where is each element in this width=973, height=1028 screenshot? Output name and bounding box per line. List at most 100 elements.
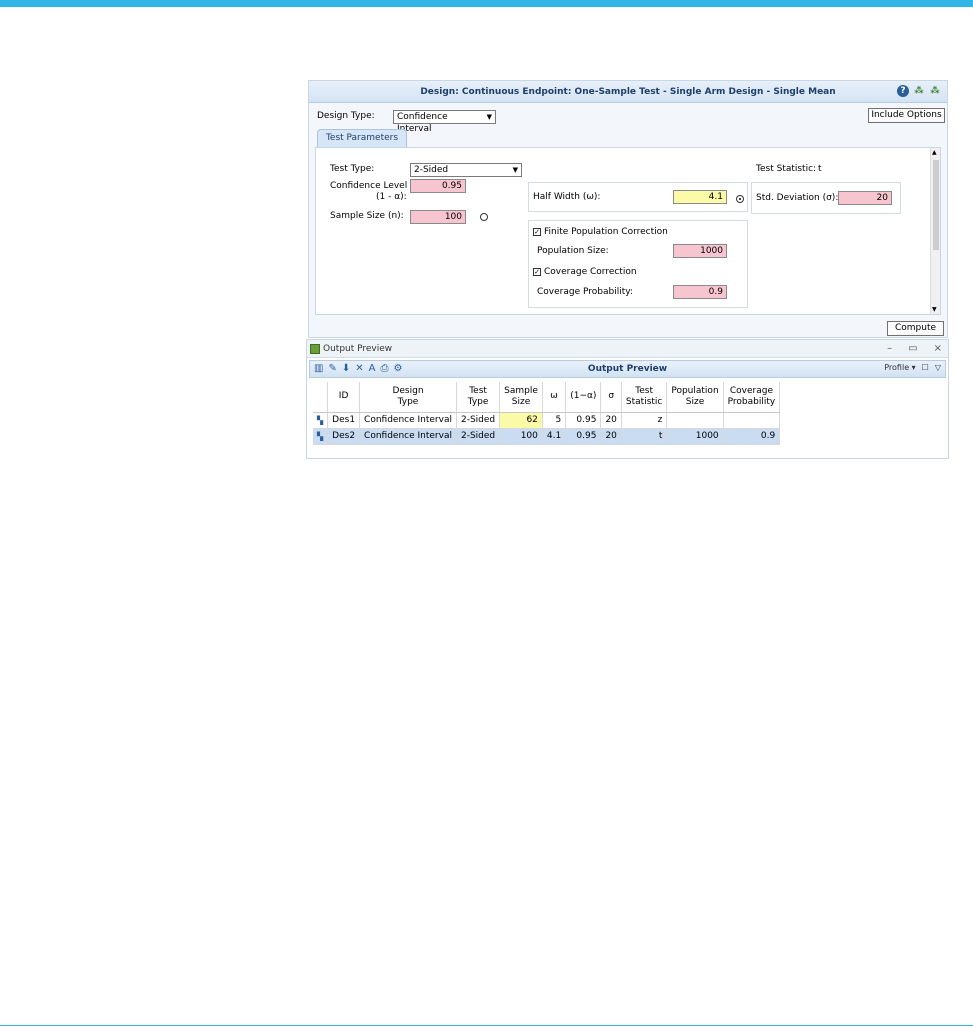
column-header[interactable]: ω [542,382,567,413]
table-cell: 4.1 [542,428,567,445]
scroll-thumb[interactable] [933,160,939,250]
help-icon[interactable]: ? [897,85,909,97]
column-header[interactable]: σ [600,382,622,413]
compute-button[interactable]: Compute [887,321,944,336]
close-icon[interactable]: × [934,340,942,358]
include-options-button[interactable]: Include Options [868,108,945,123]
bottom-accent-line [0,1025,973,1026]
table-cell: 2-Sided [456,428,501,445]
maximize-icon[interactable]: ▭ [908,340,917,358]
tab-test-parameters[interactable]: Test Parameters [317,129,407,147]
test-statistic-label: Test Statistic: [756,164,817,174]
output-preview-window: Output Preview – ▭ × Output Preview ▥ ✎ … [306,339,949,459]
half-width-radio[interactable] [736,195,744,203]
output-toolbar: Output Preview ▥ ✎ ⬇ ✕ A ⎙ ⚙ Profile ▾ ☐… [309,360,946,378]
scroll-up-icon[interactable]: ▲ [932,149,937,156]
std-dev-input[interactable]: 20 [838,191,892,205]
design-window-title-text: Design: Continuous Endpoint: One-Sample … [420,87,836,97]
table-cell: 0.9 [723,428,781,445]
column-header[interactable]: Test Statistic [621,382,668,413]
table-cell: z [621,412,668,429]
columns-icon[interactable]: ▥ [314,363,323,374]
column-header[interactable]: Population Size [666,382,724,413]
column-header[interactable]: Test Type [456,382,501,413]
filter-icon[interactable]: ▽ [935,363,941,372]
population-size-label: Population Size: [537,246,609,256]
font-icon[interactable]: A [369,363,376,374]
table-cell [666,412,724,429]
half-width-label: Half Width (ω): [533,192,601,202]
panel-scrollbar[interactable]: ▲ ▼ [930,148,940,314]
coverage-prob-label: Coverage Probability: [537,287,633,297]
population-size-input[interactable]: 1000 [673,244,727,258]
chevron-down-icon: ▼ [512,166,518,174]
half-width-group: Half Width (ω): 4.1 [528,182,748,212]
save-icon[interactable]: ⬇ [342,363,350,374]
settings-icon[interactable]: ⚙ [393,363,402,374]
coverage-prob-input[interactable]: 0.9 [673,285,727,299]
corrections-group: ✓ Finite Population Correction Population… [528,220,748,308]
std-dev-group: Std. Deviation (σ): 20 [751,182,901,214]
app-icon [310,344,320,354]
profile-dropdown[interactable]: Profile ▾ [884,363,915,372]
table-cell: Des1 [327,412,361,429]
table-cell: 100 [499,428,543,445]
row-marker-header [313,382,329,413]
table-row[interactable]: ▚ Des1 Confidence Interval 2-Sided 62 5 0.95 20… [313,412,781,429]
table-cell: Confidence Interval [359,412,457,429]
column-header[interactable]: Design Type [359,382,457,413]
sample-size-radio[interactable] [480,213,488,221]
test-statistic-value: t [818,164,822,174]
tree-icon[interactable]: ⁂ [913,85,925,97]
scroll-down-icon[interactable]: ▼ [932,306,937,313]
delete-icon[interactable]: ✕ [355,363,363,374]
table-row[interactable]: ▚ Des2 Confidence Interval 2-Sided 100 4.1 0.9… [313,428,781,445]
fpc-checkbox[interactable]: ✓ [533,227,541,236]
table-cell: 1000 [666,428,724,445]
table-cell: 20 [600,428,622,445]
column-header[interactable]: Coverage Probability [723,382,781,413]
table-header-row: ID Design Type Test Type Sample Size ω (1−α) σ Tes… [313,382,781,413]
test-type-select[interactable]: 2-Sided ▼ [410,163,522,177]
table-cell: 0.95 [565,412,602,429]
print-icon[interactable]: ⎙ [380,363,388,374]
confidence-level-label: Confidence Level [330,181,408,191]
output-toolbar-title: Output Preview [587,364,668,374]
design-window: Design: Continuous Endpoint: One-Sample … [308,80,948,338]
output-table: ID Design Type Test Type Sample Size ω (1−α) σ Tes… [313,382,781,445]
profile-label: Profile [884,363,910,372]
minimize-icon[interactable]: – [887,340,892,358]
sample-size-input[interactable]: 100 [410,210,466,224]
fpc-label: Finite Population Correction [544,227,668,237]
top-accent-bar [0,0,973,7]
tree-alt-icon[interactable]: ⁂ [929,85,941,97]
edit-icon[interactable]: ✎ [328,363,336,374]
coverage-correction-checkbox[interactable]: ✓ [533,267,541,276]
coverage-correction-row[interactable]: ✓ Coverage Correction [533,267,637,277]
table-cell: 62 [499,412,543,429]
table-cell: t [621,428,668,445]
output-preview-titlebar: Output Preview – ▭ × [307,340,948,358]
table-cell: 5 [542,412,567,429]
edit-columns-icon[interactable]: ☐ [922,363,929,372]
std-dev-label: Std. Deviation (σ): [756,193,839,203]
test-parameters-panel: Test Type: 2-Sided ▼ Confidence Level (1… [315,147,941,315]
fpc-checkbox-row[interactable]: ✓ Finite Population Correction [533,227,668,237]
design-type-label: Design Type: [317,111,375,121]
table-cell: Des2 [327,428,361,445]
table-cell: 20 [600,412,622,429]
row-design-icon[interactable]: ▚ [313,428,329,445]
confidence-level-sublabel: (1 - α): [376,192,407,202]
confidence-level-input[interactable]: 0.95 [410,179,466,193]
test-type-value: 2-Sided [414,165,449,175]
test-type-label: Test Type: [330,164,375,174]
sample-size-label: Sample Size (n): [330,211,404,221]
row-design-icon[interactable]: ▚ [313,412,329,429]
column-header[interactable]: (1−α) [565,382,602,413]
table-cell: Confidence Interval [359,428,457,445]
design-type-select[interactable]: Confidence Interval ▼ [393,110,496,134]
half-width-input[interactable]: 4.1 [673,190,727,204]
table-cell [723,412,781,429]
column-header[interactable]: Sample Size [499,382,543,413]
column-header[interactable]: ID [327,382,361,413]
